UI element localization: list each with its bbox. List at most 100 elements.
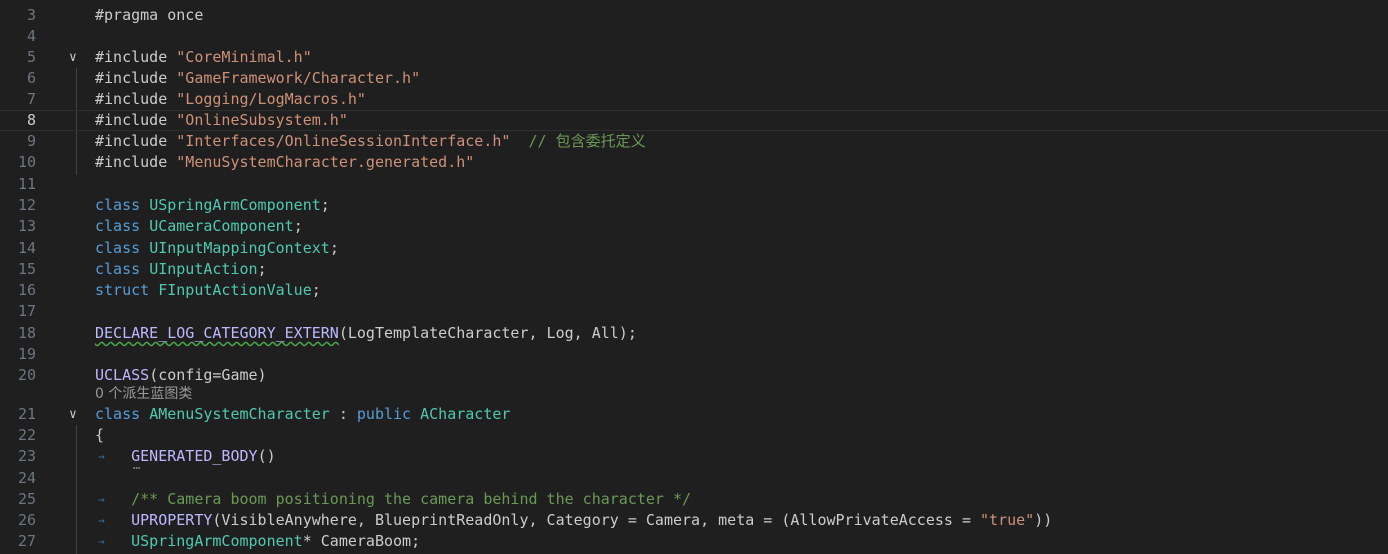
code-text[interactable]: class UInputAction;: [95, 259, 267, 280]
line-number: 15: [17, 260, 36, 278]
code-token-default: [140, 217, 149, 235]
code-line-16[interactable]: 16 struct FInputActionValue;: [0, 280, 1388, 301]
code-token-default: ;: [329, 239, 339, 257]
code-line-5[interactable]: 5 ∨ #include "CoreMinimal.h": [0, 47, 1388, 68]
line-number: 20: [17, 366, 36, 384]
code-token-default: #pragma: [95, 6, 159, 24]
code-token-default: #include: [95, 48, 168, 66]
code-line-18[interactable]: 18 DECLARE_LOG_CATEGORY_EXTERN(LogTemplat…: [0, 323, 1388, 344]
code-token-default: (LogTemplateCharacter, Log, All);: [338, 324, 637, 342]
code-token-default: [140, 196, 149, 214]
code-token-keyword: class: [95, 239, 141, 257]
code-line-10[interactable]: 10 #include "MenuSystemCharacter.generate…: [0, 152, 1388, 173]
code-line-8[interactable]: 8 #include "OnlineSubsystem.h": [0, 110, 1388, 131]
code-text[interactable]: {: [95, 425, 104, 446]
code-text[interactable]: UCLASS(config=Game): [95, 365, 267, 386]
code-token-default: #include: [95, 153, 168, 171]
code-line-14[interactable]: 14 class UInputMappingContext;: [0, 238, 1388, 259]
code-line-9[interactable]: 9 #include "Interfaces/OnlineSessionInter…: [0, 131, 1388, 152]
code-line-3[interactable]: 3 #pragma once: [0, 5, 1388, 26]
code-token-macro: UPROPERTY: [131, 511, 213, 529]
code-line-24[interactable]: 24: [0, 468, 1388, 489]
code-text[interactable]: #include "OnlineSubsystem.h": [95, 111, 348, 130]
code-text[interactable]: #include "MenuSystemCharacter.generated.…: [95, 152, 474, 173]
code-text[interactable]: class USpringArmComponent;: [95, 195, 330, 216]
code-line-12[interactable]: 12 class USpringArmComponent;: [0, 195, 1388, 216]
code-token-default: [95, 511, 131, 529]
line-number: 5: [26, 48, 36, 66]
code-text[interactable]: struct FInputActionValue;: [95, 280, 321, 301]
code-text[interactable]: #include "Logging/LogMacros.h": [95, 89, 366, 110]
line-number: 14: [17, 239, 36, 257]
code-token-default: [140, 405, 149, 423]
code-text[interactable]: class UInputMappingContext;: [95, 238, 339, 259]
line-number: 22: [17, 426, 36, 444]
code-line-26[interactable]: 26 → UPROPERTY(VisibleAnywhere, Blueprint…: [0, 510, 1388, 531]
code-line-15[interactable]: 15 class UInputAction;: [0, 259, 1388, 280]
code-text[interactable]: #include "Interfaces/OnlineSessionInterf…: [95, 131, 646, 152]
code-token-default: [167, 90, 176, 108]
line-number: 17: [17, 302, 36, 320]
code-line-19[interactable]: 19: [0, 344, 1388, 365]
line-number: 26: [17, 511, 36, 529]
code-token-default: [510, 132, 528, 150]
line-number: 7: [26, 90, 36, 108]
code-line-13[interactable]: 13 class UCameraComponent;: [0, 216, 1388, 237]
code-text[interactable]: class AMenuSystemCharacter : public ACha…: [95, 404, 510, 425]
code-token-default: (config=Game): [149, 366, 267, 384]
code-text[interactable]: #include "GameFramework/Character.h": [95, 68, 420, 89]
code-text[interactable]: class UCameraComponent;: [95, 216, 303, 237]
line-number: 8: [26, 111, 36, 129]
code-line-17[interactable]: 17: [0, 301, 1388, 322]
code-text[interactable]: /** Camera boom positioning the camera b…: [95, 489, 691, 510]
code-text[interactable]: USpringArmComponent* CameraBoom;: [95, 531, 420, 552]
code-text[interactable]: GENERATED_BODY(): [95, 446, 276, 467]
code-token-keyword: class: [95, 217, 141, 235]
code-token-default: ;: [293, 217, 303, 235]
code-token-default: [140, 239, 149, 257]
codelens-derived-blueprints[interactable]: 0 个派生蓝图类: [95, 385, 192, 403]
code-token-string: "Logging/LogMacros.h": [176, 90, 366, 108]
code-line-4[interactable]: 4: [0, 26, 1388, 47]
code-editor[interactable]: 3 #pragma once 4 5 ∨ #include "CoreMinimal.h"…: [0, 0, 1388, 554]
line-number: 19: [17, 345, 36, 363]
line-number: 12: [17, 196, 36, 214]
code-token-default: #include: [95, 132, 168, 150]
code-token-default: [167, 132, 176, 150]
code-line-11[interactable]: 11: [0, 174, 1388, 195]
code-line-6[interactable]: 6 #include "GameFramework/Character.h": [0, 68, 1388, 89]
line-number: 6: [26, 69, 36, 87]
code-token-default: [411, 405, 420, 423]
code-token-default: )): [1034, 511, 1053, 529]
code-line-23[interactable]: 23 → GENERATED_BODY()…: [0, 446, 1388, 472]
code-text[interactable]: #pragma once: [95, 5, 203, 26]
code-token-default: [95, 447, 131, 465]
code-line-20[interactable]: 20 UCLASS(config=Game): [0, 365, 1388, 386]
code-token-default: {: [95, 426, 105, 444]
line-number: 18: [17, 324, 36, 342]
code-line-21[interactable]: 21 ∨ class AMenuSystemCharacter : public A…: [0, 404, 1388, 425]
code-text[interactable]: DECLARE_LOG_CATEGORY_EXTERN(LogTemplateC…: [95, 323, 637, 344]
line-number: 3: [26, 6, 36, 24]
line-number: 27: [17, 532, 36, 550]
fold-chevron-icon[interactable]: ∨: [69, 404, 83, 425]
fold-chevron-icon[interactable]: ∨: [69, 47, 83, 68]
line-number: 9: [26, 132, 36, 150]
code-text[interactable]: #include "CoreMinimal.h": [95, 47, 312, 68]
code-token-keyword: struct: [95, 281, 150, 299]
code-token-default: [95, 532, 131, 550]
code-token-string: "CoreMinimal.h": [176, 48, 312, 66]
code-token-string: "MenuSystemCharacter.generated.h": [176, 153, 475, 171]
line-number: 24: [17, 469, 36, 487]
code-line-7[interactable]: 7 #include "Logging/LogMacros.h": [0, 89, 1388, 110]
line-number: 16: [17, 281, 36, 299]
code-line-27[interactable]: 27 → USpringArmComponent* CameraBoom;: [0, 531, 1388, 552]
code-line-25[interactable]: 25 → /** Camera boom positioning the came…: [0, 489, 1388, 510]
code-line-22[interactable]: 22 {: [0, 425, 1388, 446]
code-token-keyword: public: [356, 405, 412, 423]
code-token-default: :: [329, 405, 357, 423]
code-token-string: "OnlineSubsystem.h": [176, 111, 348, 129]
code-token-default: ;: [257, 260, 267, 278]
line-number: 13: [17, 217, 36, 235]
code-text[interactable]: UPROPERTY(VisibleAnywhere, BlueprintRead…: [95, 510, 1052, 531]
